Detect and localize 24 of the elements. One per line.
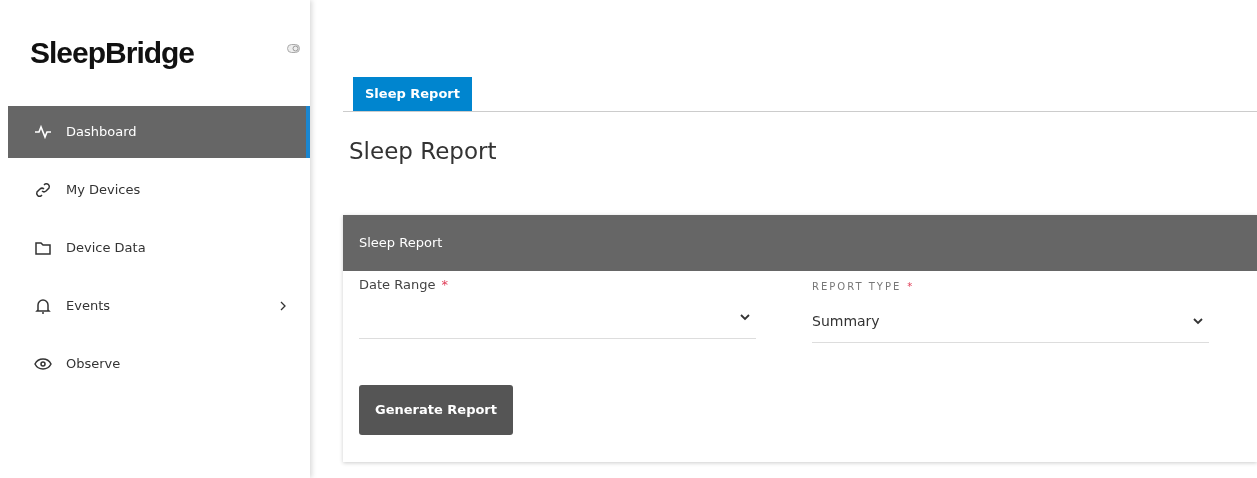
chevron-down-icon — [1193, 318, 1203, 326]
card-header: Sleep Report — [343, 215, 1257, 272]
sidebar-item[interactable]: Dashboard — [8, 106, 310, 158]
eye-icon — [34, 355, 52, 373]
page-title: Sleep Report — [349, 137, 498, 166]
bell-icon — [34, 297, 52, 315]
field-label: Date Range — [359, 277, 436, 293]
link-icon — [34, 181, 52, 199]
field-label: REPORT TYPE — [812, 281, 902, 293]
select-value: Summary — [812, 312, 880, 332]
logo: SleepBridge — [30, 35, 195, 71]
toggle-icon[interactable] — [287, 44, 300, 53]
select-field[interactable]: Summary — [812, 301, 1209, 344]
tab[interactable]: Sleep Report — [353, 77, 472, 111]
sidebar-item[interactable]: My Devices — [8, 164, 310, 216]
sidebar-item[interactable]: Observe — [8, 338, 310, 390]
generate-report-button[interactable]: Generate Report — [359, 385, 513, 436]
sidebar-item[interactable]: Device Data — [8, 222, 310, 274]
required-mark: * — [441, 277, 448, 293]
required-mark: * — [907, 281, 915, 293]
chevron-down-icon — [740, 314, 750, 322]
sidebar-item[interactable]: Events — [8, 280, 310, 332]
pulse-icon — [34, 123, 52, 141]
folder-icon — [34, 239, 52, 257]
